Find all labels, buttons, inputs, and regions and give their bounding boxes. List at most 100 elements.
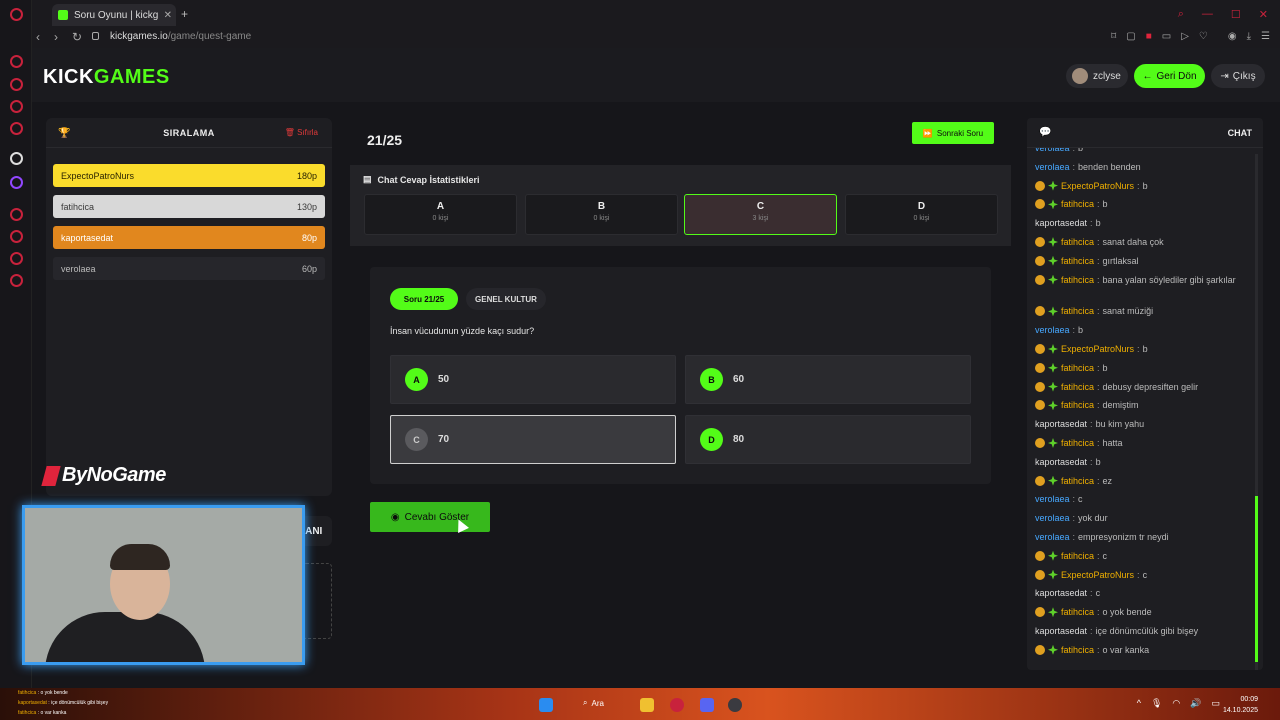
messenger-icon[interactable] xyxy=(10,78,23,91)
chat-username[interactable]: kaportasedat xyxy=(1035,456,1087,469)
chat-username[interactable]: fatihcica xyxy=(1061,381,1094,394)
taskbar-search[interactable]: ⌕ Ara xyxy=(583,698,604,708)
chat-username[interactable]: kaportasedat xyxy=(1035,217,1087,230)
chat-username[interactable]: verolaea xyxy=(1035,512,1070,525)
answer-option-c[interactable]: C 70 xyxy=(390,415,676,464)
chat-separator: : xyxy=(1097,607,1100,618)
whatsapp-icon[interactable] xyxy=(10,100,23,113)
chat-separator: : xyxy=(1072,513,1076,524)
chat-scroll-thumb[interactable] xyxy=(1255,496,1258,662)
answer-option-b[interactable]: B 60 xyxy=(685,355,971,404)
chat-username[interactable]: verolaea xyxy=(1035,493,1070,506)
chat-username[interactable]: fatihcica xyxy=(1061,255,1094,268)
back-arrow-icon[interactable]: ‹ xyxy=(36,30,40,44)
chat-username[interactable]: fatihcica xyxy=(1061,399,1094,412)
logo-kick: KICK xyxy=(43,66,94,88)
chat-username[interactable]: kaportasedat xyxy=(1035,625,1087,638)
opera-taskbar-icon[interactable] xyxy=(670,698,684,712)
clock[interactable]: 00:09 14.10.2025 xyxy=(1223,694,1258,716)
extensions-icon[interactable] xyxy=(10,252,23,265)
chat-username[interactable]: fatihcica xyxy=(1061,362,1094,375)
play-icon[interactable]: ▷ xyxy=(1181,31,1189,42)
chat-username[interactable]: fatihcica xyxy=(1061,644,1094,657)
chat-username[interactable]: fatihcica xyxy=(1061,550,1094,563)
chat-username[interactable]: ExpectoPatroNurs xyxy=(1061,343,1134,356)
chat-username[interactable]: verolaea xyxy=(1035,324,1070,337)
coin-badge-icon xyxy=(1035,237,1045,247)
history-icon[interactable] xyxy=(10,230,23,243)
chat-username[interactable]: verolaea xyxy=(1035,161,1070,174)
obs-icon[interactable] xyxy=(728,698,742,712)
ranking-row: verolaea 60p xyxy=(53,257,325,280)
new-tab-icon[interactable]: + xyxy=(181,7,188,21)
opera-logo-icon[interactable] xyxy=(10,8,23,21)
chat-message: fatihcica : ez xyxy=(1035,475,1253,488)
stat-count: 0 kişi xyxy=(913,215,930,222)
chat-username[interactable]: fatihcica xyxy=(1061,475,1094,488)
kick-icon[interactable] xyxy=(10,152,23,165)
instagram-icon[interactable] xyxy=(10,122,23,135)
minimize-icon[interactable]: — xyxy=(1202,8,1213,21)
download-icon[interactable]: ⤓ xyxy=(1247,31,1251,42)
chat-scrollbar[interactable] xyxy=(1255,154,1258,670)
player-icon[interactable] xyxy=(10,208,23,221)
reset-button[interactable]: 🗑 Sıfırla xyxy=(285,128,318,137)
chat-message-list[interactable]: verolaea : b verolaea : benden benden Expe… xyxy=(1027,148,1253,670)
snapshot-icon[interactable]: ▢ xyxy=(1126,31,1135,42)
forward-arrow-icon[interactable]: › xyxy=(54,30,58,44)
back-button[interactable]: ← Geri Dön xyxy=(1134,64,1205,88)
next-question-button[interactable]: ⏩ Sonraki Soru xyxy=(912,122,994,144)
chart-icon: ▤ xyxy=(363,174,372,184)
chat-separator: : xyxy=(1097,381,1100,392)
answer-option-d[interactable]: D 80 xyxy=(685,415,971,464)
menu-icon[interactable]: ☰ xyxy=(1261,31,1270,42)
chat-username[interactable]: ExpectoPatroNurs xyxy=(1061,180,1134,193)
chevron-up-icon[interactable]: ^ xyxy=(1137,698,1141,709)
reload-icon[interactable]: ↻ xyxy=(72,30,82,44)
start-icon[interactable] xyxy=(539,698,553,712)
chat-username[interactable]: ExpectoPatroNurs xyxy=(1061,569,1134,582)
twitch-icon[interactable] xyxy=(10,176,23,189)
settings-icon[interactable] xyxy=(10,274,23,287)
battery-icon[interactable]: ▭ xyxy=(1211,698,1220,709)
maximize-icon[interactable]: ☐ xyxy=(1231,8,1241,21)
chat-username[interactable]: kaportasedat xyxy=(1035,418,1087,431)
chat-username[interactable]: fatihcica xyxy=(1061,274,1094,287)
bookmark-icon[interactable]: ⌑ xyxy=(1111,31,1116,42)
browser-tab[interactable]: Soru Oyunu | kickgames.io ✕ xyxy=(52,4,176,26)
chat-username[interactable]: fatihcica xyxy=(1061,606,1094,619)
vpn-icon[interactable]: ■ xyxy=(1146,31,1152,42)
search-tabs-icon[interactable]: ⌕ xyxy=(1178,8,1184,21)
ranking-row: kaportasedat 80p xyxy=(53,226,325,249)
heart-icon[interactable]: ♡ xyxy=(1199,31,1208,42)
chat-username[interactable]: fatihcica xyxy=(1061,198,1094,211)
sponsor-logo: ByNoGame xyxy=(41,464,166,487)
chat-username[interactable]: verolaea xyxy=(1035,148,1070,155)
answer-option-a[interactable]: A 50 xyxy=(390,355,676,404)
kickgames-logo[interactable]: KICKGAMES xyxy=(43,66,170,89)
wallet-icon[interactable]: ▭ xyxy=(1162,31,1171,42)
discord-icon[interactable] xyxy=(700,698,714,712)
exit-button[interactable]: ⇥ Çıkış xyxy=(1211,64,1265,88)
answer-value: 60 xyxy=(733,374,745,385)
aria-icon[interactable] xyxy=(10,55,23,68)
chat-username[interactable]: fatihcica xyxy=(1061,437,1094,450)
chat-username[interactable]: fatihcica xyxy=(1061,236,1094,249)
show-answer-button[interactable]: ◉ Cevabı Göster xyxy=(370,502,490,532)
volume-icon[interactable]: 🔊 xyxy=(1190,698,1201,709)
user-chip[interactable]: zclyse xyxy=(1066,64,1128,88)
star-badge-icon xyxy=(1048,274,1058,285)
close-window-icon[interactable]: ✕ xyxy=(1259,8,1268,21)
chat-username[interactable]: kaportasedat xyxy=(1035,587,1087,600)
bynogame-mark-icon xyxy=(41,465,61,486)
file-explorer-icon[interactable] xyxy=(640,698,654,712)
url-field[interactable]: kickgames.io/game/quest-game xyxy=(110,31,251,42)
chat-username[interactable]: verolaea xyxy=(1035,531,1070,544)
lock-icon xyxy=(92,32,99,40)
chat-username[interactable]: fatihcica xyxy=(1061,305,1094,318)
close-tab-icon[interactable]: ✕ xyxy=(164,10,176,21)
wifi-icon[interactable]: ◠ xyxy=(1172,698,1180,709)
profile-icon[interactable]: ◉ xyxy=(1228,31,1237,42)
microphone-icon[interactable]: 🎙 xyxy=(1151,698,1162,709)
coin-badge-icon xyxy=(1035,274,1045,285)
